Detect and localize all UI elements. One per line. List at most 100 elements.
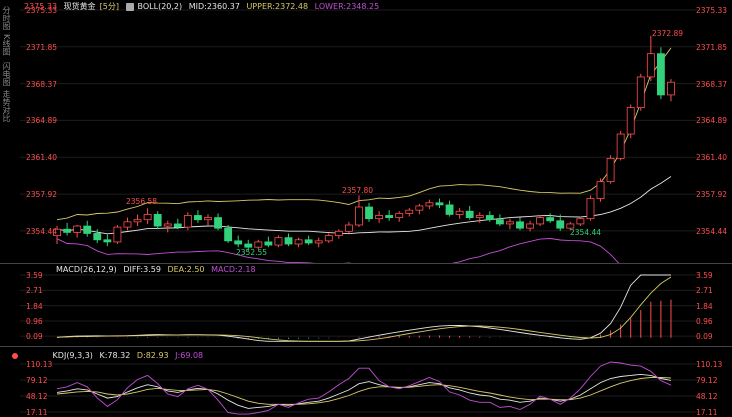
candle-body (113, 226, 122, 243)
kline-right-axis-tick: 2371.85 (696, 42, 728, 52)
candle-body (536, 217, 545, 225)
candle-body (284, 237, 293, 245)
candle-body (596, 181, 605, 199)
candle-body (455, 210, 464, 215)
candle-body (344, 224, 353, 232)
candle-body (183, 215, 192, 228)
candle-body (163, 223, 172, 227)
kline-header: 2375.33 现货黄金 [5分] BOLL(20,2) MID:2360.37 … (24, 2, 383, 12)
macd-right-axis-tick: 0.96 (696, 316, 713, 326)
kline-left-axis-tick: 2357.92 (26, 190, 58, 200)
kdj-left-axis-tick: 17.11 (26, 408, 48, 417)
macd-panel[interactable]: MACD(26,12,9) DIFF:3.59 DEA:2.50 MACD:2.… (0, 263, 732, 346)
candle-body (516, 221, 524, 229)
kline-right-axis-tick: 2354.44 (696, 226, 728, 236)
candle-body (485, 215, 494, 221)
candle-body (73, 225, 82, 233)
boll-mid: MID:2360.37 (188, 2, 240, 11)
kline-right-axis-tick: 2368.37 (696, 79, 728, 89)
candle-body (334, 230, 343, 236)
candle-body (526, 223, 534, 229)
macd-right-axis-tick: 2.71 (696, 286, 713, 296)
macd-right-axis-tick: 0.09 (696, 332, 713, 342)
kdj-left-axis-tick: 110.13 (26, 360, 53, 369)
candle-body (365, 206, 373, 220)
kline-left-axis-tick: 2368.37 (26, 79, 58, 89)
candle-body (385, 215, 394, 218)
candle-body (194, 215, 202, 221)
candle-body (224, 227, 233, 242)
candle-body (606, 157, 615, 183)
candle-body (314, 240, 323, 244)
kdj-j-line (56, 361, 672, 415)
candle-body (153, 214, 162, 227)
kdj-right-axis-tick: 17.11 (696, 408, 718, 417)
annotation-high-3: 2372.89 (652, 29, 684, 38)
kline-right-axis-tick: 2375.33 (696, 6, 728, 15)
candle-body (133, 219, 142, 223)
candle-body (234, 240, 243, 245)
candle-body (103, 239, 112, 243)
candle-body (204, 217, 212, 221)
candle-body (506, 221, 514, 225)
candle-body (375, 215, 384, 220)
candle-body (294, 239, 303, 245)
macd-dea: DEA:2.50 (167, 265, 205, 274)
boll-lower: LOWER:2348.25 (314, 2, 380, 11)
kline-right-axis-tick: 2357.92 (696, 190, 728, 200)
candle-body (616, 133, 625, 159)
candle-body (667, 81, 675, 96)
symbol-name[interactable]: 现货黄金 (64, 2, 96, 11)
candle-body (355, 206, 363, 226)
candle-body (415, 205, 424, 211)
kline-panel[interactable]: 2375.33 现货黄金 [5分] BOLL(20,2) MID:2360.37 … (0, 0, 732, 263)
candle-body (143, 214, 152, 221)
candle-body (626, 107, 635, 135)
kline-left-axis-tick: 2375.33 (26, 6, 58, 15)
candle-body (214, 217, 222, 229)
kdj-left-axis-tick: 79.12 (26, 376, 48, 385)
kdj-panel[interactable]: KDJ(9,3,3) K:78.32 D:82.93 J:69.08 110.1… (0, 346, 732, 417)
candle-body (646, 53, 655, 78)
kdj-left-axis-tick: 48.12 (26, 391, 48, 401)
candle-body (123, 221, 132, 228)
annotation-high-1: 2356.58 (126, 197, 158, 206)
kdj-right-axis-tick: 79.12 (696, 376, 718, 385)
indicator-switch-icon[interactable] (125, 2, 134, 11)
macd-right-axis-tick: 3.59 (696, 271, 713, 280)
candle-body (274, 237, 283, 246)
macd-right-axis-tick: 1.84 (696, 301, 713, 311)
indicator-settings-icon[interactable] (12, 352, 18, 359)
kdj-d: D:82.93 (136, 351, 169, 360)
macd-value: MACD:2.18 (211, 265, 256, 274)
candle-body (445, 204, 454, 215)
kline-left-axis-tick: 2371.85 (26, 42, 58, 52)
candle-body (586, 198, 595, 220)
boll-label[interactable]: BOLL(20,2) (138, 2, 183, 11)
candle-body (475, 215, 484, 218)
annotation-high-2: 2357.80 (342, 186, 374, 195)
kline-chart[interactable] (0, 0, 732, 263)
macd-header: MACD(26,12,9) DIFF:3.59 DEA:2.50 MACD:2.… (56, 265, 260, 275)
candle-body (83, 225, 92, 234)
boll-lower-line (56, 238, 620, 263)
macd-left-axis-tick: 1.84 (26, 301, 43, 311)
kdj-title[interactable]: KDJ(9,3,3) (53, 351, 93, 360)
annotation-low-2: 2354.44 (570, 228, 602, 237)
annotation-low-1: 2352.55 (236, 248, 268, 257)
kdj-j: J:69.08 (175, 351, 204, 360)
candle-body (656, 53, 665, 96)
macd-title[interactable]: MACD(26,12,9) (56, 265, 117, 274)
candle-body (254, 241, 263, 248)
macd-diff-line (56, 274, 671, 342)
candle-body (546, 217, 555, 222)
kline-right-axis-tick: 2364.89 (696, 116, 728, 126)
candle-body (465, 210, 474, 218)
kline-right-axis-tick: 2361.40 (696, 153, 728, 163)
candle-body (395, 212, 404, 218)
period-label[interactable]: [5分] (100, 2, 119, 11)
candle-body (93, 233, 102, 241)
candle-body (435, 202, 444, 206)
kline-left-axis-tick: 2364.89 (26, 116, 58, 126)
macd-chart[interactable] (0, 263, 732, 346)
